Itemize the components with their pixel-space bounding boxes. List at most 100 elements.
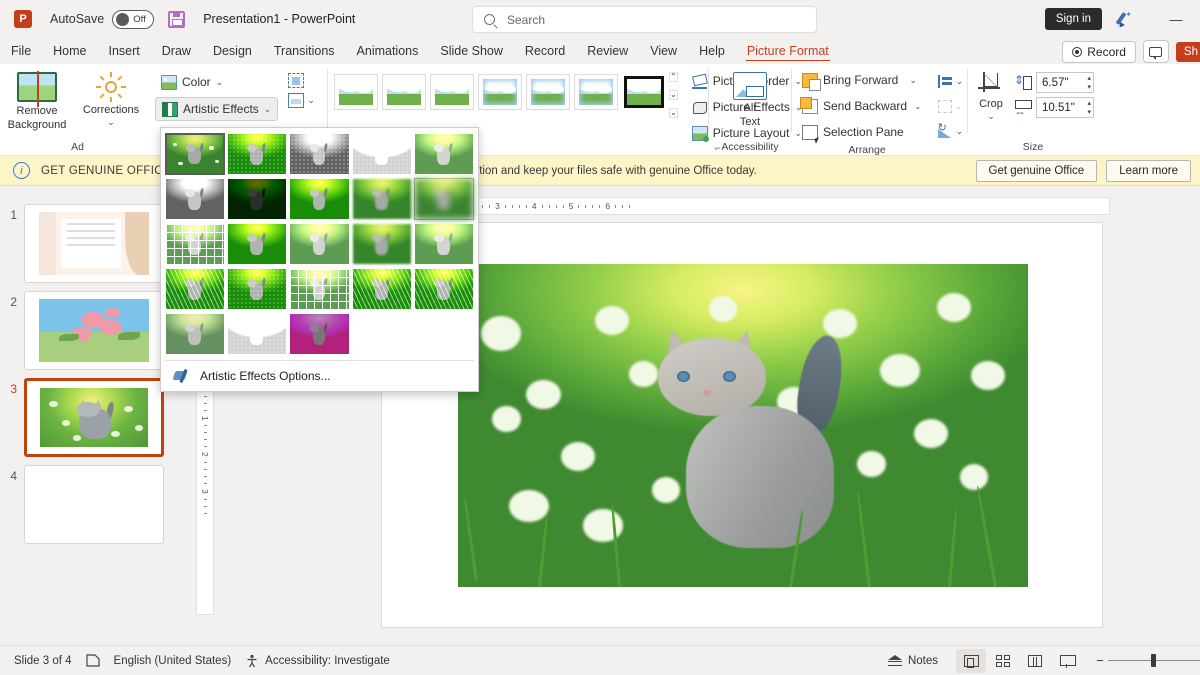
selection-pane-button[interactable]: Selection Pane [796,120,928,144]
zoom-slider[interactable]: − [1092,653,1200,668]
slide-thumbnail-3-selected[interactable] [24,378,164,457]
zoom-handle[interactable] [1151,653,1156,667]
notes-page-icon[interactable] [85,654,100,667]
transparency-icon[interactable] [288,73,305,88]
chevron-down-icon[interactable]: ⌄ [307,96,315,105]
artistic-effect-texturizer[interactable] [414,268,474,310]
tab-transitions[interactable]: Transitions [263,42,346,64]
sign-in-button[interactable]: Sign in [1044,8,1102,30]
slide-counter[interactable]: Slide 3 of 4 [14,655,72,667]
alt-text-button[interactable]: Alt Text [713,68,787,130]
artistic-effect-watercolor-sponge[interactable] [165,268,225,310]
artistic-effect-glowing-edges[interactable] [289,313,349,355]
picture-style-4[interactable] [478,74,522,110]
artistic-effect-line-drawing[interactable] [414,133,474,175]
chevron-down-icon[interactable]: ⌄ [955,101,963,111]
tab-home[interactable]: Home [42,42,97,64]
slide-thumbnail-1[interactable] [24,204,164,283]
get-genuine-office-button[interactable]: Get genuine Office [975,159,1098,182]
bring-forward-button[interactable]: Bring Forward ⌄ [796,68,928,92]
artistic-effect-film-grain[interactable] [227,268,287,310]
chevron-down-icon[interactable]: ⌄ [914,101,922,111]
zoom-out-button[interactable]: − [1092,653,1108,668]
remove-background-button[interactable]: Remove Background [0,68,74,133]
tab-design[interactable]: Design [202,42,263,64]
tab-draw[interactable]: Draw [151,42,202,64]
normal-view-button[interactable] [956,648,986,673]
artistic-effect-paint-brush[interactable] [289,178,349,220]
chevron-down-icon[interactable]: ⌄ [216,77,224,87]
color-button[interactable]: Color ⌄ [155,70,278,94]
picture-style-5[interactable] [526,74,570,110]
chevron-down-icon[interactable]: ⌄ [956,126,964,136]
tab-help[interactable]: Help [688,42,736,64]
height-input[interactable]: 6.57" ▴ ▾ [1036,72,1094,93]
picture-style-2[interactable] [382,74,426,110]
artistic-effect-light-screen[interactable] [414,223,474,265]
slide-thumbnail-4[interactable] [24,465,164,544]
shape-width-field[interactable]: 10.51"▴▾ [1014,97,1094,119]
kitten-photo[interactable] [458,264,1028,587]
list-item[interactable]: 4 [0,465,196,544]
tab-picture-format[interactable]: Picture Format [736,42,840,64]
tab-animations[interactable]: Animations [346,42,430,64]
slide-thumbnail-2[interactable] [24,291,164,370]
comments-button[interactable] [1142,40,1169,63]
tab-view[interactable]: View [639,42,688,64]
record-button[interactable]: Record [1062,40,1136,63]
pen-draw-icon[interactable]: ✦ [1114,9,1134,30]
artistic-effect-blur[interactable] [352,223,412,265]
zoom-track[interactable] [1108,653,1200,667]
corrections-button[interactable]: Corrections ⌄ [74,68,148,127]
artistic-effect-mosaic[interactable] [289,268,349,310]
slide-sorter-button[interactable] [988,649,1018,673]
artistic-effect-pencil-sketch[interactable] [352,133,412,175]
picture-style-6[interactable] [574,74,618,110]
notes-button[interactable]: Notes [887,654,938,667]
artistic-effect-plastic-wrap[interactable] [352,268,412,310]
artistic-effect-cement-hovered[interactable] [413,178,474,220]
scroll-down-icon[interactable]: ⌄ [669,90,678,100]
slide-show-button[interactable] [1052,649,1082,673]
rotate-button[interactable]: ⌄ [934,120,968,142]
tab-slide-show[interactable]: Slide Show [429,42,514,64]
artistic-effect-mosaic-bubbles[interactable] [227,223,287,265]
chevron-down-icon[interactable]: ⌄ [264,104,272,114]
learn-more-button[interactable]: Learn more [1106,159,1191,182]
autosave-toggle[interactable]: Off [112,9,155,29]
chevron-down-icon[interactable]: ⌄ [909,75,917,85]
chevron-down-icon[interactable]: ⌄ [956,76,964,86]
shape-height-field[interactable]: 6.57"▴▾ [1014,72,1094,93]
language-indicator[interactable]: English (United States) [114,655,232,667]
height-spinner[interactable]: ▴ ▾ [1087,74,1091,92]
search-box[interactable]: Search [472,6,817,33]
save-icon[interactable] [168,10,186,28]
tab-review[interactable]: Review [576,42,639,64]
width-input[interactable]: 10.51" ▴ ▾ [1036,97,1094,118]
artistic-effect-glass[interactable] [352,178,412,220]
artistic-effects-dropdown[interactable]: Artistic Effects Options... [160,127,479,392]
minimize-button[interactable]: — [1156,12,1196,27]
width-spinner[interactable]: ▴ ▾ [1087,99,1091,117]
picture-styles-gallery[interactable] [328,68,666,110]
artistic-effect-none[interactable] [165,133,226,175]
artistic-effect-marker[interactable] [227,133,287,175]
tab-insert[interactable]: Insert [98,42,151,64]
artistic-effect-chalk-sketch[interactable] [165,178,225,220]
reading-view-button[interactable] [1020,649,1050,673]
artistic-effect-glow-diffused[interactable] [289,223,349,265]
slide-canvas[interactable] [381,222,1103,628]
tab-file[interactable]: File [0,42,42,64]
artistic-effects-gallery[interactable] [165,133,474,355]
artistic-effect-photocopy[interactable] [227,313,287,355]
tab-record[interactable]: Record [514,42,576,64]
artistic-effect-paint-strokes[interactable] [227,178,287,220]
chevron-down-icon[interactable]: ⌄ [107,117,115,127]
artistic-effect-crisscross-etching[interactable] [165,223,225,265]
picture-styles-scroll[interactable]: ⌃ ⌄ ⌄ [666,68,678,118]
chevron-down-icon[interactable]: ⌄ [987,111,995,121]
group-objects-button[interactable]: ⌄ [934,95,968,117]
artistic-effects-options-item[interactable]: Artistic Effects Options... [165,360,474,391]
crop-button[interactable]: Crop ⌄ [968,68,1014,121]
artistic-effect-pencil-grayscale[interactable] [289,133,349,175]
